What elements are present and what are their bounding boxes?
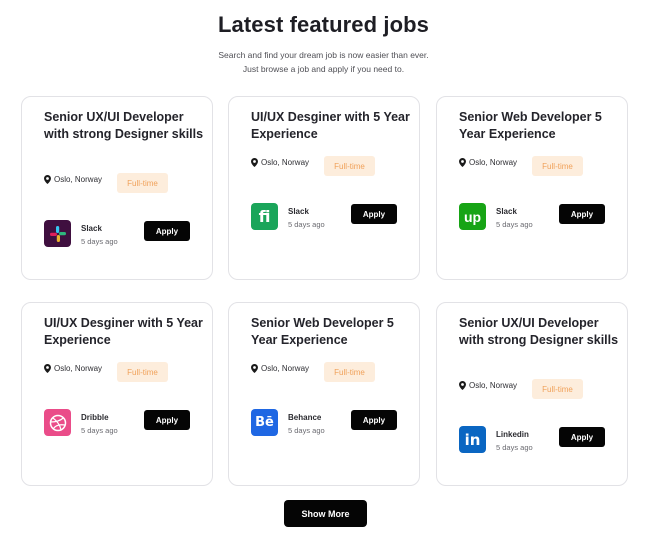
- job-title: Senior Web Developer 5 Year Experience: [251, 316, 394, 347]
- job-location: Oslo, Norway: [251, 158, 309, 167]
- job-meta: Oslo, Norway Full-time: [459, 156, 584, 176]
- job-meta: Oslo, Norway Full-time: [251, 362, 376, 382]
- behance-logo-icon: Bē: [251, 409, 278, 436]
- location-text: Oslo, Norway: [54, 175, 103, 184]
- company-block: Bē Behance 5 days ago: [251, 409, 325, 436]
- company-name: Dribble: [81, 413, 109, 422]
- location-pin-icon: [44, 175, 51, 184]
- page-title: Latest featured jobs: [217, 12, 430, 37]
- upwork-logo-icon: up: [459, 203, 486, 230]
- job-title: UI/UX Desginer with 5 Year Experience: [44, 316, 203, 347]
- location-text: Oslo, Norway: [261, 364, 310, 373]
- apply-button[interactable]: Apply: [351, 410, 397, 430]
- posted-time: 5 days ago: [496, 220, 533, 229]
- job-type-badge: Full-time: [532, 379, 584, 399]
- job-meta: Oslo, Norway Full-time: [44, 362, 169, 382]
- job-title: Senior Web Developer 5 Year Experience: [459, 110, 602, 141]
- job-card[interactable]: Senior Web Developer 5 Year Experience O…: [436, 96, 628, 280]
- apply-button[interactable]: Apply: [559, 427, 605, 447]
- subtitle-line-2: Just browse a job and apply if you need …: [242, 64, 405, 74]
- location-pin-icon: [251, 158, 258, 167]
- job-type-badge: Full-time: [117, 173, 169, 193]
- fi-logo-icon: fi: [251, 203, 278, 230]
- company-name: Slack: [288, 207, 309, 216]
- job-title: Senior UX/UI Developer with strong Desig…: [459, 316, 619, 347]
- location-text: Oslo, Norway: [469, 381, 518, 390]
- company-name: Linkedin: [496, 430, 529, 439]
- company-block: fi Slack 5 days ago: [251, 203, 325, 230]
- job-card[interactable]: Senior UX/UI Developer with strong Desig…: [21, 96, 213, 280]
- location-text: Oslo, Norway: [54, 364, 103, 373]
- location-pin-icon: [44, 364, 51, 373]
- company-block: Slack 5 days ago: [44, 220, 118, 247]
- job-meta: Oslo, Norway Full-time: [251, 156, 376, 176]
- job-location: Oslo, Norway: [459, 158, 517, 167]
- job-type-badge: Full-time: [532, 156, 584, 176]
- company-name: Slack: [496, 207, 517, 216]
- company-block: up Slack 5 days ago: [459, 203, 533, 230]
- job-card[interactable]: Senior Web Developer 5 Year Experience O…: [228, 302, 420, 486]
- location-pin-icon: [459, 158, 466, 167]
- company-name: Slack: [81, 224, 102, 233]
- job-meta: Oslo, Norway Full-time: [459, 379, 584, 399]
- location-pin-icon: [251, 364, 258, 373]
- job-location: Oslo, Norway: [44, 364, 102, 373]
- location-text: Oslo, Norway: [261, 158, 310, 167]
- job-card[interactable]: Senior UX/UI Developer with strong Desig…: [436, 302, 628, 486]
- job-type-badge: Full-time: [117, 362, 169, 382]
- posted-time: 5 days ago: [496, 443, 533, 452]
- job-title: UI/UX Desginer with 5 Year Experience: [251, 110, 410, 141]
- location-pin-icon: [459, 381, 466, 390]
- dribbble-logo-icon: [44, 409, 71, 436]
- apply-button[interactable]: Apply: [351, 204, 397, 224]
- job-type-badge: Full-time: [324, 362, 376, 382]
- posted-time: 5 days ago: [81, 237, 118, 246]
- apply-button[interactable]: Apply: [144, 221, 190, 241]
- company-block: in Linkedin 5 days ago: [459, 426, 533, 453]
- job-type-badge: Full-time: [324, 156, 376, 176]
- job-location: Oslo, Norway: [251, 364, 309, 373]
- job-meta: Oslo, Norway Full-time: [44, 173, 169, 193]
- posted-time: 5 days ago: [81, 426, 118, 435]
- job-location: Oslo, Norway: [459, 381, 517, 390]
- job-card[interactable]: UI/UX Desginer with 5 Year Experience Os…: [21, 302, 213, 486]
- posted-time: 5 days ago: [288, 426, 325, 435]
- apply-button[interactable]: Apply: [144, 410, 190, 430]
- job-card[interactable]: UI/UX Desginer with 5 Year Experience Os…: [228, 96, 420, 280]
- page-subtitle: Search and find your dream job is now ea…: [0, 48, 647, 76]
- location-text: Oslo, Norway: [469, 158, 518, 167]
- slack-logo-icon: [44, 220, 71, 247]
- subtitle-line-1: Search and find your dream job is now ea…: [218, 50, 429, 60]
- job-title: Senior UX/UI Developer with strong Desig…: [44, 110, 204, 141]
- apply-button[interactable]: Apply: [559, 204, 605, 224]
- show-more-button[interactable]: Show More: [284, 500, 367, 527]
- company-name: Behance: [288, 413, 322, 422]
- job-location: Oslo, Norway: [44, 175, 102, 184]
- company-block: Dribble 5 days ago: [44, 409, 118, 436]
- linkedin-logo-icon: in: [459, 426, 486, 453]
- posted-time: 5 days ago: [288, 220, 325, 229]
